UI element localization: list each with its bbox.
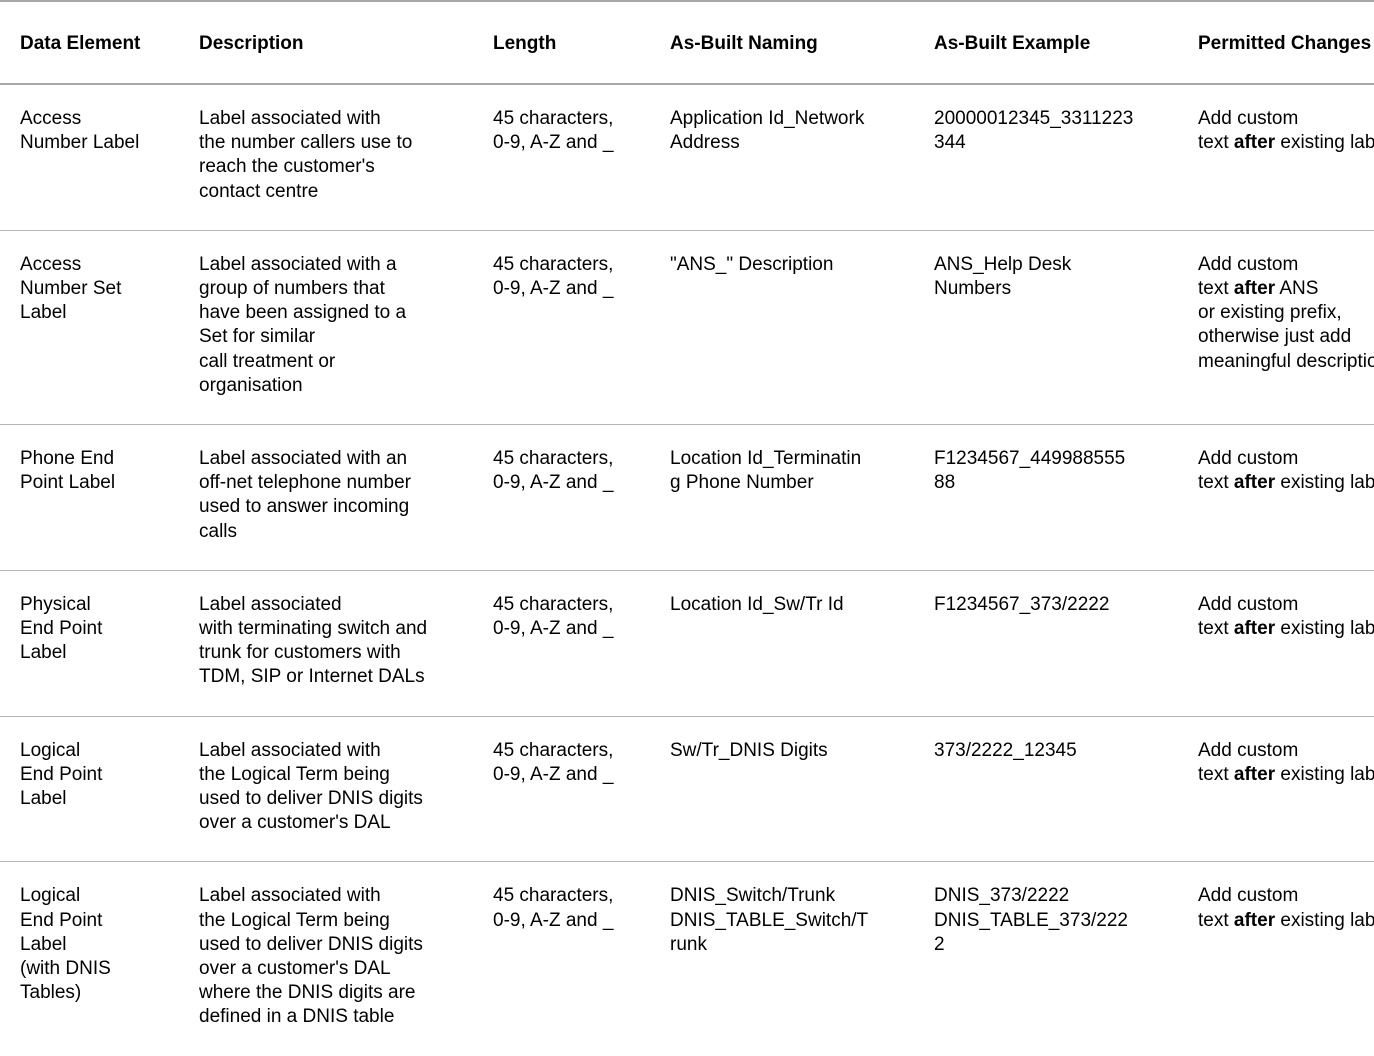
permitted-changes-suffix: existing label [1280, 763, 1374, 785]
as-built-naming-table: Data Element Description Length As-Built… [0, 0, 1374, 1056]
cell-permitted-changes: Add custom text after ANS or existing pref… [1198, 230, 1374, 426]
cell-as-built-example: 373/2222_12345 [934, 716, 1198, 863]
permitted-changes-emphasis: after [1233, 472, 1276, 494]
cell-length: 45 characters, 0-9, A-Z and _ [493, 570, 670, 717]
permitted-changes-suffix: existing label [1280, 472, 1374, 494]
permitted-changes-suffix: existing label [1280, 618, 1374, 640]
cell-permitted-changes: Add customtext after existing label [1198, 862, 1374, 1056]
table-row: Access Number Label Label associated with t… [0, 84, 1374, 231]
cell-description: Label associated with the Logical Term be… [199, 716, 493, 863]
cell-as-built-naming: Location Id_Sw/Tr Id [670, 570, 934, 717]
cell-description: Label associated with the number callers … [199, 84, 493, 231]
table-row: Logical End Point Label Label associated wi… [0, 716, 1374, 863]
cell-permitted-changes: Add customtext after existing label [1198, 84, 1374, 231]
table-body: Access Number Label Label associated with t… [0, 84, 1374, 1056]
cell-description: Label associated with the Logical Term be… [199, 885, 423, 1028]
cell-description: Label associated with a group of numbers … [199, 230, 493, 426]
cell-data-element: Logical End Point Label (with DNIS Tables) [20, 885, 111, 1004]
cell-length: 45 characters, 0-9, A-Z and _ [493, 84, 670, 231]
permitted-changes-suffix: existing label [1280, 909, 1374, 931]
table-header-row: Data Element Description Length As-Built… [0, 1, 1374, 85]
cell-as-built-example: 20000012345_3311223 344 [934, 84, 1198, 231]
table-row: Logical End Point Label (with DNIS Tables) La… [0, 862, 1374, 1056]
cell-description: Label associated with an off-net telephon… [199, 424, 493, 571]
cell-description: Label associated with terminating switch … [199, 570, 493, 717]
cell-as-built-example: F1234567_449988555 88 [934, 424, 1198, 571]
cell-as-built-naming: DNIS_Switch/Trunk DNIS_TABLE_Switch/T runk [670, 885, 869, 955]
table-row: Access Number Set Label Label associated wi… [0, 230, 1374, 426]
cell-data-element: Logical End Point Label [0, 716, 199, 863]
column-header-description: Description [199, 1, 493, 85]
cell-as-built-naming: Sw/Tr_DNIS Digits [670, 716, 934, 863]
cell-data-element: Phone End Point Label [0, 424, 199, 571]
cell-as-built-naming: Location Id_Terminatin g Phone Number [670, 424, 934, 571]
cell-permitted-changes: Add customtext after existing label [1198, 424, 1374, 571]
table-row: Physical End Point Label Label associated wi… [0, 570, 1374, 717]
cell-length: 45 characters, 0-9, A-Z and _ [493, 230, 670, 426]
cell-as-built-naming: "ANS_" Description [670, 230, 934, 426]
column-header-permitted-changes: Permitted Changes [1198, 1, 1374, 85]
cell-as-built-example: ANS_Help Desk Numbers [934, 230, 1198, 426]
cell-data-element: Access Number Label [0, 84, 199, 231]
table-row: Phone End Point Label Label associated wit… [0, 424, 1374, 571]
permitted-changes-emphasis: after [1233, 909, 1276, 931]
cell-length: 45 characters, 0-9, A-Z and _ [493, 424, 670, 571]
permitted-changes-emphasis: after [1233, 763, 1276, 785]
cell-as-built-naming: Application Id_Network Address [670, 84, 934, 231]
permitted-changes-emphasis: after [1233, 132, 1276, 154]
permitted-changes-suffix: existing label [1280, 132, 1374, 154]
cell-as-built-example: DNIS_373/2222 DNIS_TABLE_373/222 2 [934, 885, 1128, 955]
cell-length: 45 characters, 0-9, A-Z and _ [493, 716, 670, 863]
reference-table-container: Data Element Description Length As-Built… [0, 0, 1374, 1056]
column-header-as-built-naming: As-Built Naming [670, 1, 934, 85]
cell-permitted-changes: Add customtext after existing label [1198, 570, 1374, 717]
table-header: Data Element Description Length As-Built… [0, 1, 1374, 85]
permitted-changes-emphasis: after [1233, 618, 1276, 640]
cell-data-element: Physical End Point Label [0, 570, 199, 717]
column-header-length: Length [493, 1, 670, 85]
cell-as-built-example: F1234567_373/2222 [934, 570, 1198, 717]
permitted-changes-emphasis: after [1233, 278, 1276, 300]
column-header-as-built-example: As-Built Example [934, 1, 1198, 85]
cell-data-element: Access Number Set Label [0, 230, 199, 426]
cell-permitted-changes: Add customtext after existing label [1198, 716, 1374, 863]
column-header-data-element: Data Element [0, 1, 199, 85]
cell-length: 45 characters, 0-9, A-Z and _ [493, 885, 614, 931]
